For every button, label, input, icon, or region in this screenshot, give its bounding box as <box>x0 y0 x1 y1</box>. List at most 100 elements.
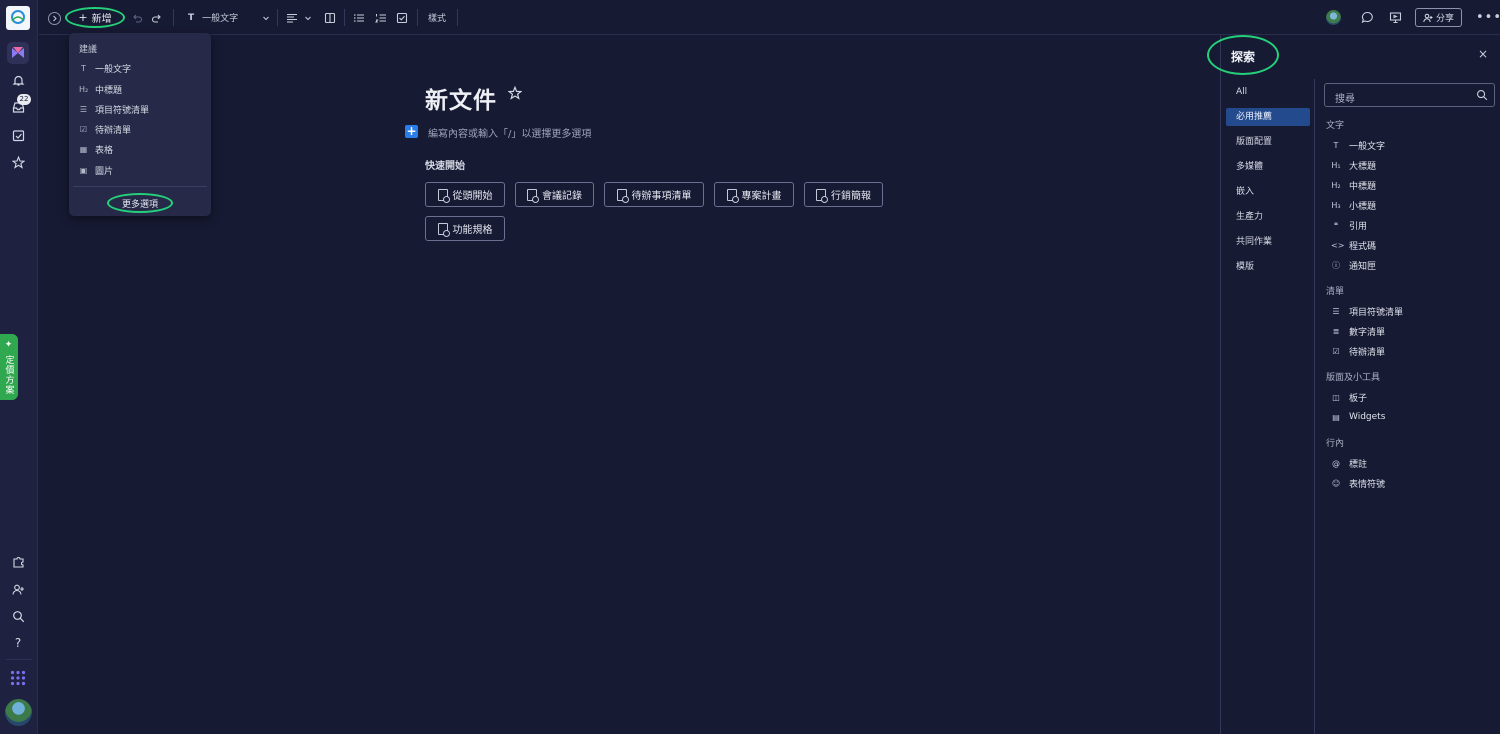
element-bullet-list[interactable]: ☰ 項目符號清單 <box>1331 303 1403 319</box>
rail-divider <box>6 659 32 660</box>
document-search-icon <box>816 188 828 203</box>
plus-icon: + <box>78 11 88 24</box>
page-title[interactable]: 新文件 <box>425 81 497 115</box>
category-templates[interactable]: 模版 <box>1226 258 1310 276</box>
section-title-layout-widgets: 版面及小工具 <box>1326 373 1381 383</box>
left-rail: 22 ✦ 定價方案 ? <box>0 0 38 734</box>
comment-button[interactable] <box>1361 0 1374 35</box>
element-label: 程式碼 <box>1349 241 1377 252</box>
more-options-button[interactable]: 更多選項 <box>107 193 173 213</box>
element-label: 數字清單 <box>1349 327 1386 338</box>
element-todo-list[interactable]: ☑ 待辦清單 <box>1331 343 1385 359</box>
add-button-label: 新增 <box>91 14 112 25</box>
heading1-icon: H₁ <box>1331 160 1341 170</box>
redo-button[interactable] <box>151 0 163 35</box>
search-icon[interactable] <box>8 606 28 626</box>
panel-title: 探索 <box>1231 50 1256 64</box>
element-numbered-list[interactable]: ≣ 數字清單 <box>1331 323 1385 339</box>
category-layout[interactable]: 版面配置 <box>1226 133 1310 151</box>
close-icon[interactable]: × <box>1476 47 1490 61</box>
columns-button[interactable] <box>324 0 336 35</box>
document-search-icon <box>437 188 450 203</box>
quick-start-project-plan[interactable]: 專案計畫 <box>714 182 794 207</box>
element-label: 標註 <box>1349 459 1368 470</box>
bell-icon[interactable] <box>8 70 28 90</box>
element-mention[interactable]: @ 標註 <box>1331 455 1367 471</box>
element-heading1[interactable]: H₁ 大標題 <box>1331 157 1376 173</box>
dropdown-item-bullet-list[interactable]: ☰ 項目符號清單 <box>79 101 149 117</box>
quick-start-marketing-brief[interactable]: 行銷簡報 <box>804 182 883 207</box>
element-label: 板子 <box>1349 393 1368 404</box>
dropdown-divider <box>73 186 207 187</box>
app-logo[interactable] <box>6 6 30 30</box>
element-quote[interactable]: ❝ 引用 <box>1331 217 1367 233</box>
category-productivity[interactable]: 生產力 <box>1226 208 1310 226</box>
element-heading2[interactable]: H₂ 中標題 <box>1331 177 1376 193</box>
category-collaboration[interactable]: 共同作業 <box>1226 233 1310 251</box>
section-title-inline: 行內 <box>1326 439 1345 449</box>
element-callout[interactable]: ⓘ 通知匣 <box>1331 257 1376 273</box>
favorite-star-icon[interactable] <box>507 85 524 102</box>
more-options-icon[interactable]: ••• <box>1476 0 1500 35</box>
checklist-button[interactable] <box>396 0 408 35</box>
editor-placeholder[interactable]: 編寫內容或輸入「/」以選擇更多選項 <box>428 125 591 140</box>
chevron-down-icon <box>263 16 270 20</box>
insert-block-plus-icon[interactable]: + <box>405 125 418 138</box>
text-style-label: 一般文字 <box>202 14 239 24</box>
dropdown-item-table[interactable]: ▦ 表格 <box>79 141 113 157</box>
heading3-icon: H₃ <box>1331 200 1341 210</box>
undo-button[interactable] <box>131 0 143 35</box>
puzzle-icon[interactable] <box>8 551 28 571</box>
quick-start-feature-spec[interactable]: 功能規格 <box>425 216 505 241</box>
dropdown-item-paragraph[interactable]: T 一般文字 <box>79 60 131 76</box>
add-user-icon[interactable] <box>8 579 28 599</box>
category-media[interactable]: 多媒體 <box>1226 158 1310 176</box>
user-avatar[interactable] <box>5 699 32 726</box>
dropdown-item-todo-list[interactable]: ☑ 待辦清單 <box>79 121 131 137</box>
quick-start-todo-list[interactable]: 待辦事項清單 <box>604 182 704 207</box>
element-code[interactable]: <> 程式碼 <box>1331 237 1376 253</box>
bullet-list-icon <box>354 13 364 22</box>
category-list: All 必用推薦 版面配置 多媒體 嵌入 生產力 共同作業 模版 <box>1221 79 1315 734</box>
dropdown-item-image[interactable]: ▣ 圖片 <box>79 162 113 178</box>
element-label: 引用 <box>1349 221 1368 232</box>
expand-sidebar-button[interactable] <box>48 12 61 25</box>
dropdown-item-label: 一般文字 <box>95 64 132 75</box>
quote-icon: ❝ <box>1333 220 1339 230</box>
text-style-select[interactable]: T 一般文字 <box>188 0 270 35</box>
category-all[interactable]: All <box>1226 83 1310 101</box>
add-button[interactable]: + 新增 <box>65 7 125 28</box>
star-icon[interactable] <box>8 152 28 172</box>
text-icon: T <box>1333 140 1339 150</box>
element-heading3[interactable]: H₃ 小標題 <box>1331 197 1376 213</box>
pricing-promo-tab[interactable]: ✦ 定價方案 <box>0 334 18 400</box>
help-icon[interactable]: ? <box>8 633 28 653</box>
bullet-list-button[interactable] <box>353 0 365 35</box>
element-widgets[interactable]: ▤ Widgets <box>1331 409 1385 425</box>
styles-button[interactable]: 樣式 <box>428 0 446 35</box>
bullet-list-icon: ☰ <box>1332 306 1340 316</box>
numbered-list-button[interactable] <box>375 0 387 35</box>
panel-search-input[interactable]: 搜尋 <box>1324 83 1495 107</box>
element-emoji[interactable]: ☺ 表情符號 <box>1331 475 1385 491</box>
checkbox-icon <box>396 12 408 23</box>
quick-start-label: 從頭開始 <box>452 191 493 202</box>
category-recommended[interactable]: 必用推薦 <box>1226 108 1310 126</box>
element-paragraph[interactable]: T 一般文字 <box>1331 137 1385 153</box>
dropdown-item-label: 表格 <box>95 145 114 156</box>
quick-start-from-scratch[interactable]: 從頭開始 <box>425 182 505 207</box>
quick-start-meeting-notes[interactable]: 會議記錄 <box>515 182 594 207</box>
element-label: 大標題 <box>1349 161 1377 172</box>
align-select[interactable] <box>286 0 312 35</box>
task-check-icon[interactable] <box>8 125 28 145</box>
present-button[interactable] <box>1389 0 1402 35</box>
element-label: 表情符號 <box>1349 479 1386 490</box>
board-icon: ◫ <box>1332 392 1340 402</box>
apps-grid-icon[interactable] <box>8 668 28 688</box>
element-board[interactable]: ◫ 板子 <box>1331 389 1367 405</box>
dropdown-item-heading2[interactable]: H₂ 中標題 <box>79 81 122 97</box>
collaborator-avatar[interactable] <box>1326 10 1341 25</box>
share-button[interactable]: 分享 <box>1415 8 1462 27</box>
category-embed[interactable]: 嵌入 <box>1226 183 1310 201</box>
workspace-icon[interactable] <box>7 42 29 64</box>
